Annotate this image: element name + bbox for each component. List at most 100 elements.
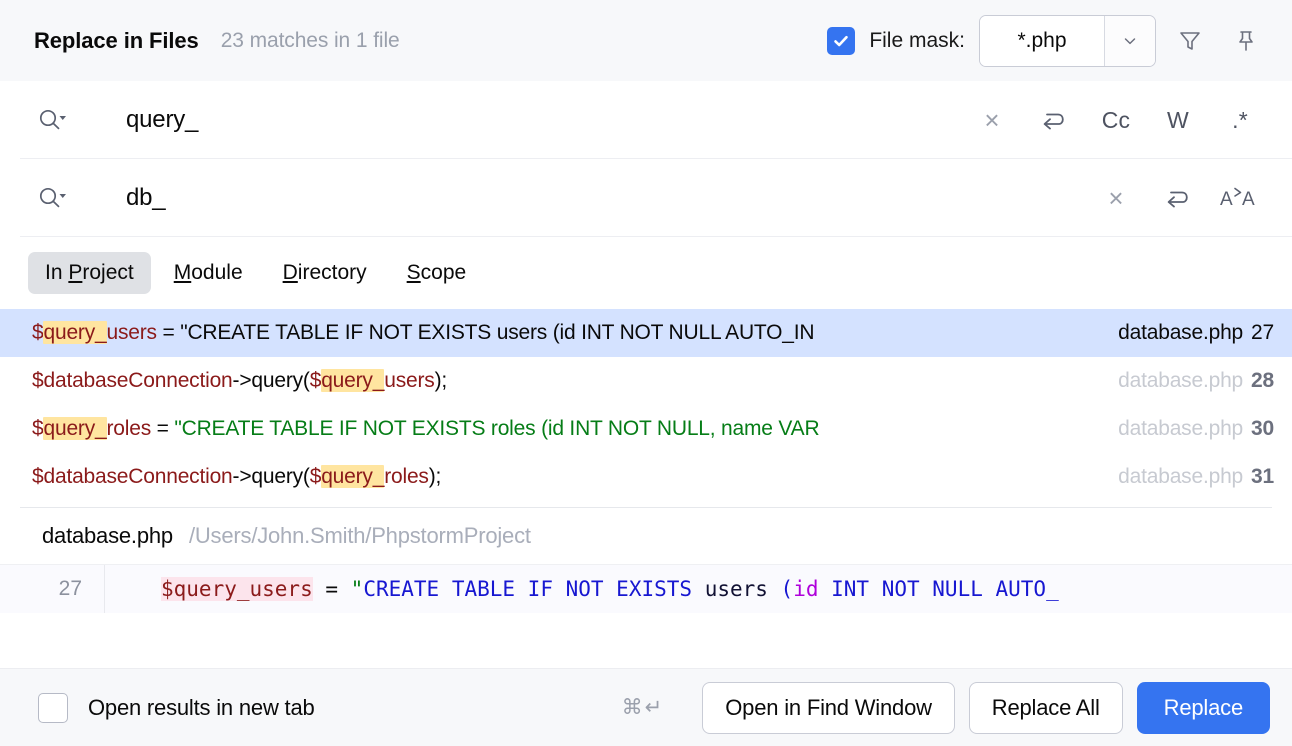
code-token: " — [351, 577, 364, 601]
preview-file-path: /Users/John.Smith/PhpstormProject — [189, 523, 531, 549]
header-controls: File mask: *.php — [827, 15, 1268, 67]
history-arrow-icon — [1037, 106, 1071, 134]
chevron-down-icon — [1120, 31, 1140, 51]
replace-dropdown-icon[interactable] — [36, 183, 76, 213]
preserve-case-icon: A A — [1218, 183, 1262, 213]
result-row[interactable]: $databaseConnection->query($query_roles)… — [0, 453, 1292, 501]
svg-text:A: A — [1220, 189, 1233, 210]
scope-tab-in-project-post: roject — [82, 261, 133, 284]
replace-history-button[interactable] — [1150, 176, 1206, 220]
code-segment: $ — [310, 465, 321, 488]
preview-file-header[interactable]: database.php /Users/John.Smith/PhpstormP… — [0, 508, 1292, 564]
search-history-button[interactable] — [1026, 98, 1082, 142]
pin-button[interactable] — [1224, 19, 1268, 63]
search-dropdown-icon[interactable] — [36, 105, 76, 135]
result-code-snippet: $query_users = "CREATE TABLE IF NOT EXIS… — [32, 321, 1108, 345]
search-field-row[interactable]: query_ × Cc W .* — [0, 81, 1292, 159]
result-code-snippet: $databaseConnection->query($query_roles)… — [32, 465, 1108, 489]
replace-all-button[interactable]: Replace All — [969, 682, 1123, 734]
results-list[interactable]: $query_users = "CREATE TABLE IF NOT EXIS… — [0, 309, 1292, 501]
result-row[interactable]: $query_roles = "CREATE TABLE IF NOT EXIS… — [0, 405, 1292, 453]
match-highlight: query_ — [321, 465, 384, 488]
scope-tab-in-project[interactable]: In Project — [28, 252, 151, 294]
code-line[interactable]: 27$query_users = "CREATE TABLE IF NOT EX… — [0, 565, 1292, 613]
svg-text:A: A — [1242, 189, 1255, 210]
code-line-text: $query_users = "CREATE TABLE IF NOT EXIS… — [105, 577, 1059, 601]
scope-tab-scope-post: cope — [421, 261, 467, 284]
match-highlight: query_ — [43, 321, 106, 344]
scope-tab-directory-mnemonic: D — [283, 261, 298, 284]
code-token: CREATE TABLE IF NOT EXISTS — [363, 577, 704, 601]
preserve-case-button[interactable]: A A — [1212, 176, 1268, 220]
replace-button[interactable]: Replace — [1137, 682, 1270, 734]
result-location: database.php 30 — [1118, 417, 1274, 441]
code-segment: users — [384, 369, 434, 392]
replace-shortcut-hint: ⌘↵ — [622, 695, 665, 720]
line-number: 27 — [0, 577, 104, 601]
result-line-number: 27 — [1251, 321, 1274, 344]
file-mask-dropdown-button[interactable] — [1104, 16, 1155, 66]
clear-search-button[interactable]: × — [964, 98, 1020, 142]
result-file-name: database.php — [1118, 417, 1243, 440]
replace-field-actions: × A A — [1088, 176, 1268, 220]
words-button[interactable]: W — [1150, 98, 1206, 142]
scope-tab-directory[interactable]: Directory — [266, 252, 384, 294]
code-token: users — [705, 577, 781, 601]
preview-file-name: database.php — [42, 523, 173, 549]
file-mask-value[interactable]: *.php — [980, 16, 1104, 66]
open-results-new-tab-label: Open results in new tab — [88, 695, 315, 721]
open-in-find-window-button[interactable]: Open in Find Window — [702, 682, 955, 734]
preview-match-highlight: $query_users — [161, 577, 313, 601]
replace-in-files-dialog: Replace in Files 23 matches in 1 file Fi… — [0, 0, 1292, 746]
scope-tabs: In Project Module Directory Scope — [0, 237, 1292, 309]
code-segment: $databaseConnection — [32, 369, 233, 392]
code-segment: users — [107, 321, 157, 344]
file-mask-label: File mask: — [869, 29, 965, 53]
filter-button[interactable] — [1168, 19, 1212, 63]
scope-tab-module-mnemonic: M — [174, 261, 192, 284]
magnifier-icon — [36, 183, 70, 213]
code-segment: $ — [310, 369, 321, 392]
match-case-button[interactable]: Cc — [1088, 98, 1144, 142]
replace-input[interactable]: db_ — [126, 184, 165, 212]
result-line-number: 30 — [1251, 417, 1274, 440]
code-segment: ); — [435, 369, 447, 392]
code-segment: "CREATE TABLE IF NOT EXISTS roles (id IN… — [174, 417, 819, 440]
file-mask-combo[interactable]: *.php — [979, 15, 1156, 67]
scope-tab-scope[interactable]: Scope — [390, 252, 484, 294]
magnifier-icon — [36, 105, 70, 135]
open-results-new-tab-checkbox[interactable] — [38, 693, 68, 723]
replace-field-row[interactable]: db_ × A A — [0, 159, 1292, 237]
code-token: ( — [781, 577, 794, 601]
result-file-name: database.php — [1118, 465, 1243, 488]
match-highlight: query_ — [43, 417, 106, 440]
scope-tab-module[interactable]: Module — [157, 252, 260, 294]
result-file-name: database.php — [1118, 369, 1243, 392]
regex-button[interactable]: .* — [1212, 98, 1268, 142]
scope-tab-in-project-pre: In — [45, 261, 68, 284]
clear-replace-button[interactable]: × — [1088, 176, 1144, 220]
code-segment: roles — [107, 417, 152, 440]
code-segment: ->query( — [233, 369, 310, 392]
filter-icon — [1175, 26, 1205, 56]
dialog-footer: Open results in new tab ⌘↵ Open in Find … — [0, 668, 1292, 746]
result-line-number: 31 — [1251, 465, 1274, 488]
search-field-actions: × Cc W .* — [964, 98, 1268, 142]
code-token: INT NOT NULL AUTO_ — [819, 577, 1059, 601]
checkmark-icon — [831, 31, 851, 51]
code-preview[interactable]: 27$query_users = "CREATE TABLE IF NOT EX… — [0, 564, 1292, 668]
dialog-title: Replace in Files — [34, 28, 199, 54]
code-segment: $databaseConnection — [32, 465, 233, 488]
code-segment: ->query( — [233, 465, 310, 488]
result-line-number: 28 — [1251, 369, 1274, 392]
dialog-header: Replace in Files 23 matches in 1 file Fi… — [0, 0, 1292, 81]
code-segment: roles — [384, 465, 429, 488]
result-location: database.php 31 — [1118, 465, 1274, 489]
code-segment: = — [151, 417, 174, 440]
result-row[interactable]: $databaseConnection->query($query_users)… — [0, 357, 1292, 405]
result-row[interactable]: $query_users = "CREATE TABLE IF NOT EXIS… — [0, 309, 1292, 357]
result-location: database.php27 — [1118, 321, 1274, 345]
search-input[interactable]: query_ — [126, 106, 198, 134]
file-mask-checkbox[interactable] — [827, 27, 855, 55]
code-segment: = "CREATE TABLE IF NOT EXISTS users (id … — [157, 321, 815, 344]
